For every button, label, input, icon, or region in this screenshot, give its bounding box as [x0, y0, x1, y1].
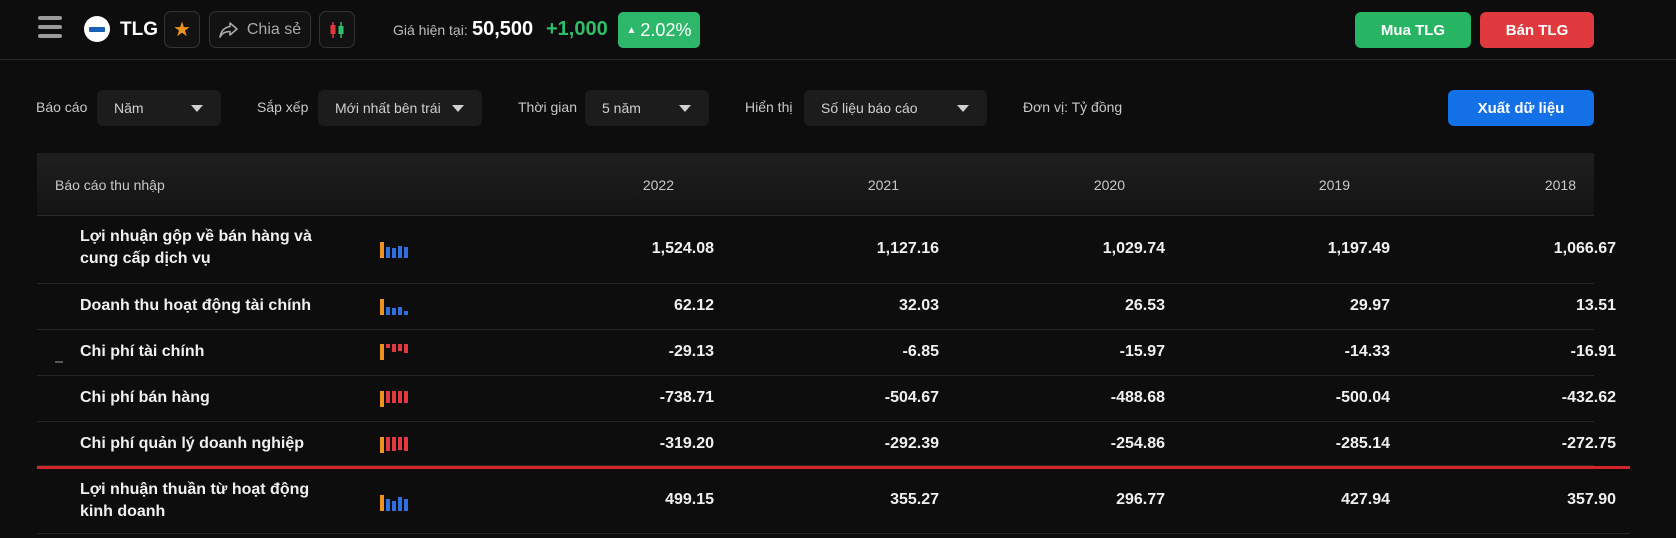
table-row[interactable]: Lợi nhuận thuần từ hoạt động kinh doanh …: [37, 466, 1630, 534]
cell-value: -16.91: [1570, 343, 1616, 360]
mini-bar-chart[interactable]: [380, 391, 412, 407]
price-label: Giá hiện tại:: [393, 22, 468, 38]
sell-button[interactable]: Bán TLG: [1480, 12, 1594, 48]
table-header: Báo cáo thu nhập 2022 2021 2020 2019 201…: [37, 153, 1594, 216]
cell-value: -504.67: [884, 389, 939, 406]
cell-value: 1,029.74: [1102, 240, 1165, 257]
chevron-down-icon: [957, 105, 969, 112]
report-select-value: Năm: [114, 100, 144, 116]
row-label: Lợi nhuận gộp về bán hàng và cung cấp dị…: [80, 228, 312, 267]
table-row[interactable]: Chi phí tài chính -29.13 -6.85 -15.97 -1…: [37, 330, 1616, 376]
income-statement-table: Báo cáo thu nhập 2022 2021 2020 2019 201…: [37, 153, 1630, 534]
cell-value: -488.68: [1110, 389, 1165, 406]
cell-value: -738.71: [659, 389, 714, 406]
year-header[interactable]: 2022: [574, 177, 674, 193]
mini-bar-chart[interactable]: [380, 242, 412, 258]
display-select-value: Số liệu báo cáo: [821, 100, 918, 116]
change-percent: 2.02%: [640, 19, 692, 40]
cell-value: 26.53: [1124, 297, 1165, 314]
sort-select[interactable]: Mới nhất bên trái: [318, 90, 482, 126]
table-row[interactable]: Chi phí quản lý doanh nghiệp -319.20 -29…: [37, 422, 1616, 466]
table-title: Báo cáo thu nhập: [55, 177, 165, 193]
star-icon: ★: [173, 18, 191, 41]
cell-value: -500.04: [1335, 389, 1390, 406]
report-label: Báo cáo: [36, 99, 88, 115]
cell-value: -6.85: [902, 343, 939, 360]
cell-value: 1,524.08: [651, 240, 714, 257]
chevron-down-icon: [191, 105, 203, 112]
cell-value: -272.75: [1561, 435, 1616, 452]
cell-value: -292.39: [884, 435, 939, 452]
year-header[interactable]: 2020: [1025, 177, 1125, 193]
row-label: Chi phí bán hàng: [80, 389, 210, 406]
cell-value: 357.90: [1567, 491, 1616, 508]
export-data-button[interactable]: Xuất dữ liệu: [1448, 90, 1594, 126]
row-label: Chi phí quản lý doanh nghiệp: [80, 435, 304, 452]
sort-label: Sắp xếp: [257, 99, 309, 115]
unit-label: Đơn vị: Tỷ đồng: [1023, 99, 1123, 115]
row-label: Doanh thu hoạt động tài chính: [80, 297, 312, 314]
ticker-symbol: TLG: [120, 19, 158, 40]
price-change: +1,000: [546, 18, 608, 40]
cell-value: 427.94: [1341, 491, 1390, 508]
cell-value: -14.33: [1344, 343, 1390, 360]
share-button[interactable]: Chia sẻ: [209, 11, 311, 48]
favorite-button[interactable]: ★: [164, 11, 200, 48]
cell-value: 296.77: [1116, 491, 1165, 508]
cell-value: 32.03: [898, 297, 939, 314]
cell-value: 1,127.16: [876, 240, 939, 257]
cell-value: 1,197.49: [1327, 240, 1390, 257]
mini-bar-chart[interactable]: [380, 495, 412, 511]
chart-button[interactable]: [319, 11, 355, 48]
cell-value: -254.86: [1110, 435, 1165, 452]
table-row[interactable]: Lợi nhuận gộp về bán hàng và cung cấp dị…: [37, 216, 1616, 284]
cell-value: -319.20: [659, 435, 714, 452]
mini-bar-chart[interactable]: [380, 299, 412, 315]
year-header[interactable]: 2019: [1250, 177, 1350, 193]
menu-icon[interactable]: [38, 16, 62, 40]
current-price: 50,500: [472, 18, 534, 40]
share-label: Chia sẻ: [246, 20, 302, 38]
chevron-down-icon: [679, 105, 691, 112]
up-triangle-icon: ▲: [626, 24, 637, 36]
cell-value: 355.27: [890, 491, 939, 508]
cell-value: -285.14: [1335, 435, 1390, 452]
cell-value: -29.13: [668, 343, 714, 360]
company-logo: [84, 16, 110, 42]
year-header[interactable]: 2018: [1476, 177, 1576, 193]
share-icon: [219, 21, 238, 38]
cell-value: -15.97: [1119, 343, 1165, 360]
display-label: Hiển thị: [745, 99, 793, 115]
year-header[interactable]: 2021: [799, 177, 899, 193]
sort-select-value: Mới nhất bên trái: [335, 100, 441, 116]
time-select[interactable]: 5 năm: [585, 90, 709, 126]
cell-value: 13.51: [1575, 297, 1616, 314]
buy-button[interactable]: Mua TLG: [1355, 12, 1471, 48]
table-row[interactable]: Chi phí bán hàng -738.71 -504.67 -488.68…: [37, 376, 1616, 422]
row-label: Lợi nhuận thuần từ hoạt động kinh doanh: [80, 481, 310, 520]
change-percent-badge: ▲ 2.02%: [618, 12, 700, 48]
time-select-value: 5 năm: [602, 100, 641, 116]
mini-bar-chart[interactable]: [380, 344, 412, 360]
display-select[interactable]: Số liệu báo cáo: [804, 90, 987, 126]
table-row[interactable]: Doanh thu hoạt động tài chính 62.12 32.0…: [37, 284, 1616, 330]
time-label: Thời gian: [518, 99, 577, 115]
cell-value: 499.15: [665, 491, 714, 508]
candlestick-icon: [330, 21, 344, 38]
cell-value: 1,066.67: [1553, 240, 1616, 257]
report-select[interactable]: Năm: [97, 90, 221, 126]
top-bar: TLG ★ Chia sẻ Giá hiện tại: 50,500 +1,00…: [0, 0, 1676, 60]
cell-value: 62.12: [673, 297, 714, 314]
mini-bar-chart[interactable]: [380, 437, 412, 453]
cell-value: -432.62: [1561, 389, 1616, 406]
row-marker: [55, 361, 63, 363]
cell-value: 29.97: [1349, 297, 1390, 314]
chevron-down-icon: [452, 105, 464, 112]
row-label: Chi phí tài chính: [80, 343, 205, 360]
